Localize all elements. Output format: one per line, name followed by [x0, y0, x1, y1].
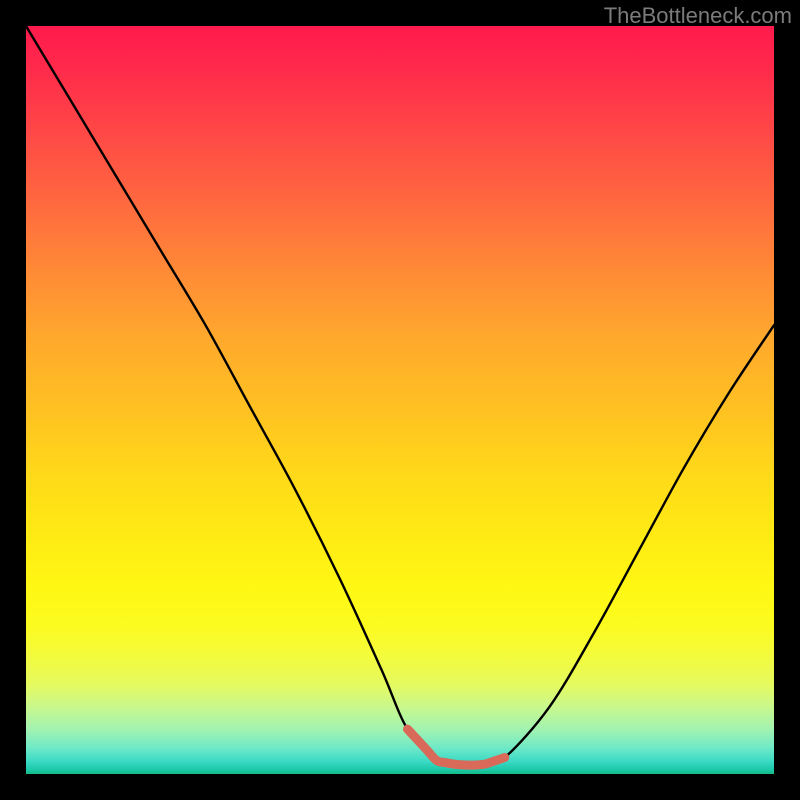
gradient-plot-area	[26, 26, 774, 774]
chart-frame: TheBottleneck.com	[0, 0, 800, 800]
watermark-text: TheBottleneck.com	[604, 3, 792, 29]
bottleneck-curve	[26, 26, 774, 774]
optimal-zone-highlight	[26, 26, 774, 774]
